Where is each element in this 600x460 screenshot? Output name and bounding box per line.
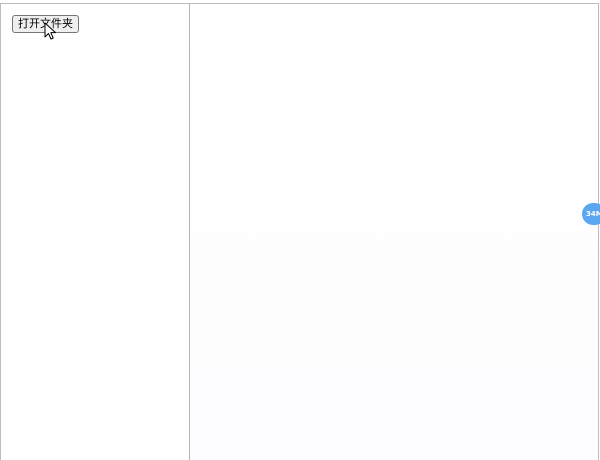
sidebar: 打开文件夹 [1, 4, 190, 460]
open-folder-button[interactable]: 打开文件夹 [12, 15, 79, 33]
floating-status-badge[interactable]: 34M [582, 203, 600, 225]
content-pane [190, 4, 598, 460]
app-window: 打开文件夹 [0, 3, 599, 460]
